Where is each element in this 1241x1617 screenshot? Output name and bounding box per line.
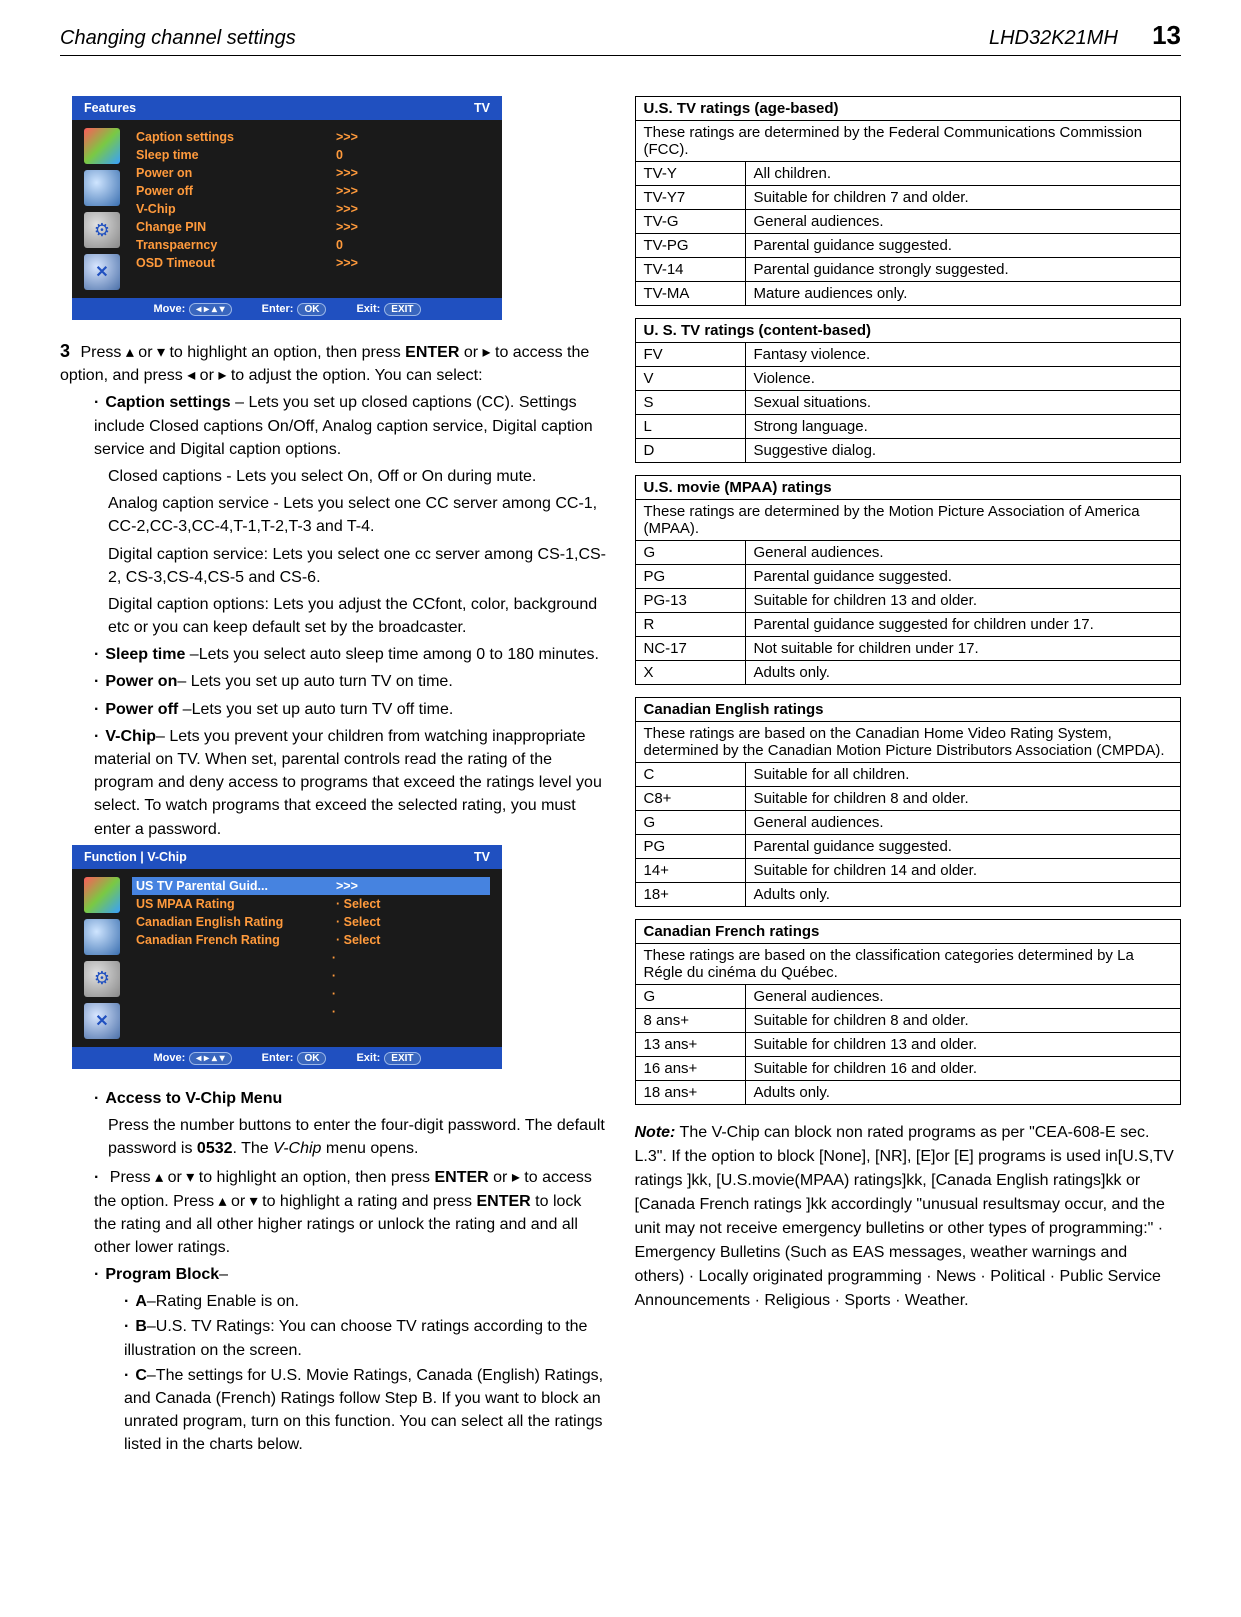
ok-button-hint: OK — [297, 1052, 326, 1065]
tools-icon — [84, 1003, 120, 1039]
osd-item: Change PIN>>> — [136, 218, 490, 236]
globe-icon — [84, 170, 120, 206]
exit-button-hint: EXIT — [384, 303, 420, 316]
osd-features-menu: Features TV Caption settings>>>Sleep tim… — [72, 96, 502, 320]
arrows-icon: ◂ ▸ ▴ ▾ — [189, 1052, 231, 1065]
osd-item: Canadian English Rating· Select — [136, 913, 490, 931]
osd-item: US TV Parental Guid...>>> — [132, 877, 490, 895]
us-tv-ratings-table: U.S. TV ratings (age-based)These ratings… — [635, 96, 1182, 306]
osd-title-bar: Function | V-Chip TV — [72, 845, 502, 869]
left-column: Features TV Caption settings>>>Sleep tim… — [60, 96, 607, 1459]
osd-icon-column — [72, 869, 132, 1047]
osd-item: V-Chip>>> — [136, 200, 490, 218]
header-left: Changing channel settings — [60, 27, 296, 50]
us-tv-content-ratings-table: U. S. TV ratings (content-based)FVFantas… — [635, 318, 1182, 463]
picture-icon — [84, 128, 120, 164]
arrows-icon: ◂ ▸ ▴ ▾ — [189, 303, 231, 316]
step-3-text: 3 Press ▴ or ▾ to highlight an option, t… — [60, 338, 607, 841]
header-model: LHD32K21MH — [989, 27, 1118, 49]
page-number: 13 — [1152, 20, 1181, 50]
osd-item: Transpaerncy0 — [136, 236, 490, 254]
canadian-english-ratings-table: Canadian English ratingsThese ratings ar… — [635, 697, 1182, 907]
step-number: 3 — [60, 341, 70, 361]
us-mpaa-ratings-table: U.S. movie (MPAA) ratingsThese ratings a… — [635, 475, 1182, 685]
tools-icon — [84, 254, 120, 290]
osd-item: Sleep time0 — [136, 146, 490, 164]
osd-item-list: US TV Parental Guid...>>>US MPAA Rating·… — [132, 869, 502, 1047]
osd-item: Caption settings>>> — [136, 128, 490, 146]
osd-footer: Move:◂ ▸ ▴ ▾ Enter:OK Exit:EXIT — [72, 1047, 502, 1069]
osd-item-list: Caption settings>>>Sleep time0Power on>>… — [132, 120, 502, 298]
canadian-french-ratings-table: Canadian French ratingsThese ratings are… — [635, 919, 1182, 1105]
osd-item: Power off>>> — [136, 182, 490, 200]
page-header: Changing channel settings LHD32K21MH 13 — [60, 20, 1181, 56]
picture-icon — [84, 877, 120, 913]
note-paragraph: Note: The V-Chip can block non rated pro… — [635, 1121, 1182, 1313]
osd-item: OSD Timeout>>> — [136, 254, 490, 272]
osd-item: Power on>>> — [136, 164, 490, 182]
osd-title-bar: Features TV — [72, 96, 502, 120]
globe-icon — [84, 919, 120, 955]
right-column: U.S. TV ratings (age-based)These ratings… — [635, 96, 1182, 1459]
gear-icon — [84, 212, 120, 248]
osd-title-right: TV — [474, 850, 490, 864]
gear-icon — [84, 961, 120, 997]
osd-item: US MPAA Rating· Select — [136, 895, 490, 913]
osd-item: Canadian French Rating· Select — [136, 931, 490, 949]
osd-icon-column — [72, 120, 132, 298]
vchip-access-text: ·Access to V-Chip Menu Press the number … — [94, 1087, 607, 1457]
osd-title-left: Function | V-Chip — [84, 850, 187, 864]
osd-title-left: Features — [84, 101, 136, 115]
osd-title-right: TV — [474, 101, 490, 115]
ok-button-hint: OK — [297, 303, 326, 316]
exit-button-hint: EXIT — [384, 1052, 420, 1065]
osd-footer: Move:◂ ▸ ▴ ▾ Enter:OK Exit:EXIT — [72, 298, 502, 320]
osd-vchip-menu: Function | V-Chip TV US TV Parental Guid… — [72, 845, 502, 1069]
